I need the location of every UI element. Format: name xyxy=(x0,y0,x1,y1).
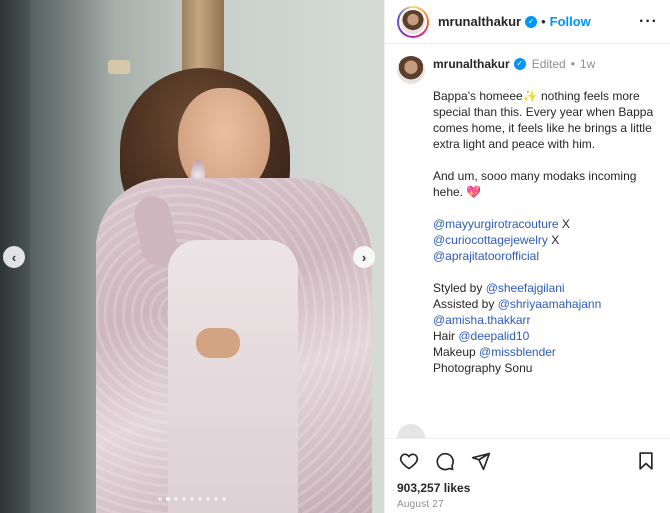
tag-link-jewelry[interactable]: @curiocottagejewelry xyxy=(433,233,548,247)
tag-link-assistant-2[interactable]: @amisha.thakkarr xyxy=(433,313,531,327)
follow-button[interactable]: Follow xyxy=(550,14,591,29)
tag-link-hair[interactable]: @deepalid10 xyxy=(458,329,529,343)
avatar xyxy=(399,7,427,36)
post-header: mrunalthakur ✓ • Follow ··· xyxy=(385,0,670,44)
tag-link-tattoo[interactable]: @aprajitatoorofficial xyxy=(433,249,539,263)
carousel-next-button[interactable]: › xyxy=(353,246,375,268)
carousel-dot xyxy=(206,497,210,501)
carousel-dot xyxy=(158,497,162,501)
post-image[interactable]: ‹ › xyxy=(0,0,384,513)
caption-text-2-plain: And um, sooo many modaks incoming hehe. xyxy=(433,169,637,199)
hair-label: Hair xyxy=(433,329,459,343)
share-icon[interactable] xyxy=(469,449,493,473)
carousel-prev-button[interactable]: ‹ xyxy=(3,246,25,268)
more-options-icon[interactable]: ··· xyxy=(639,13,658,31)
sparkling-heart-icon: 💖 xyxy=(466,185,482,199)
chevron-left-icon: ‹ xyxy=(11,249,17,265)
tag-link-stylist[interactable]: @sheefajgilani xyxy=(486,281,565,295)
caption-credits: Styled by @sheefajgilani Assisted by @sh… xyxy=(433,280,658,376)
carousel-dot xyxy=(166,497,170,501)
caption-text-2: And um, sooo many modaks incoming hehe. … xyxy=(433,168,658,200)
carousel-dot xyxy=(190,497,194,501)
carousel-dot xyxy=(198,497,202,501)
header-separator: • xyxy=(541,14,546,29)
makeup-label: Makeup xyxy=(433,345,480,359)
likes-count[interactable]: 903,257 likes xyxy=(397,481,658,495)
save-icon[interactable] xyxy=(634,449,658,473)
caption-body: mrunalthakur ✓ Edited • 1w Bappa's homee… xyxy=(433,56,658,376)
carousel-dot xyxy=(214,497,218,501)
edited-label: Edited xyxy=(531,57,566,71)
caption-row: mrunalthakur ✓ Edited • 1w Bappa's homee… xyxy=(397,56,658,376)
caption-username[interactable]: mrunalthakur xyxy=(433,56,510,72)
story-ring[interactable] xyxy=(397,5,429,38)
meta-separator: • xyxy=(570,57,575,71)
tag-suffix: X xyxy=(558,217,570,231)
carousel-dot xyxy=(182,497,186,501)
background-pillar xyxy=(182,0,224,78)
caption-avatar[interactable] xyxy=(397,56,425,84)
assisted-label: Assisted by xyxy=(433,297,498,311)
verified-badge-icon: ✓ xyxy=(513,58,526,70)
carousel-dot xyxy=(222,497,226,501)
tag-link-assistant[interactable]: @shriyaamahajann xyxy=(498,297,602,311)
comment-icon[interactable] xyxy=(433,449,457,473)
caption-text-1: Bappa's homeee✨ nothing feels more speci… xyxy=(433,89,654,151)
caption-meta: mrunalthakur ✓ Edited • 1w xyxy=(433,56,658,72)
styled-label: Styled by xyxy=(433,281,486,295)
caption-area[interactable]: mrunalthakur ✓ Edited • 1w Bappa's homee… xyxy=(385,44,670,438)
photo-kurta xyxy=(168,240,298,513)
comment-avatar[interactable] xyxy=(397,424,425,438)
action-icons xyxy=(397,447,658,475)
heart-icon[interactable] xyxy=(397,449,421,473)
background-lamp xyxy=(108,60,130,74)
tag-suffix: X xyxy=(547,233,560,247)
post-actions: 903,257 likes August 27 xyxy=(385,438,670,513)
chevron-right-icon: › xyxy=(361,249,367,265)
post-time[interactable]: 1w xyxy=(580,56,595,72)
verified-badge-icon: ✓ xyxy=(525,15,538,28)
tag-link-makeup[interactable]: @missblender xyxy=(479,345,556,359)
instagram-post: ‹ › mrunalthakur ✓ • Follow ··· mrunalth… xyxy=(0,0,670,513)
photography-credit: Photography Sonu xyxy=(433,361,533,375)
carousel-indicator xyxy=(0,497,384,501)
photo-hand xyxy=(196,328,240,358)
carousel-dot xyxy=(174,497,178,501)
post-date[interactable]: August 27 xyxy=(397,499,658,510)
header-username[interactable]: mrunalthakur xyxy=(438,14,521,29)
tag-link-couture[interactable]: @mayyurgirotracouture xyxy=(433,217,559,231)
post-side-panel: mrunalthakur ✓ • Follow ··· mrunalthakur… xyxy=(384,0,670,513)
caption-tags: @mayyurgirotracouture X @curiocottagejew… xyxy=(433,216,658,264)
